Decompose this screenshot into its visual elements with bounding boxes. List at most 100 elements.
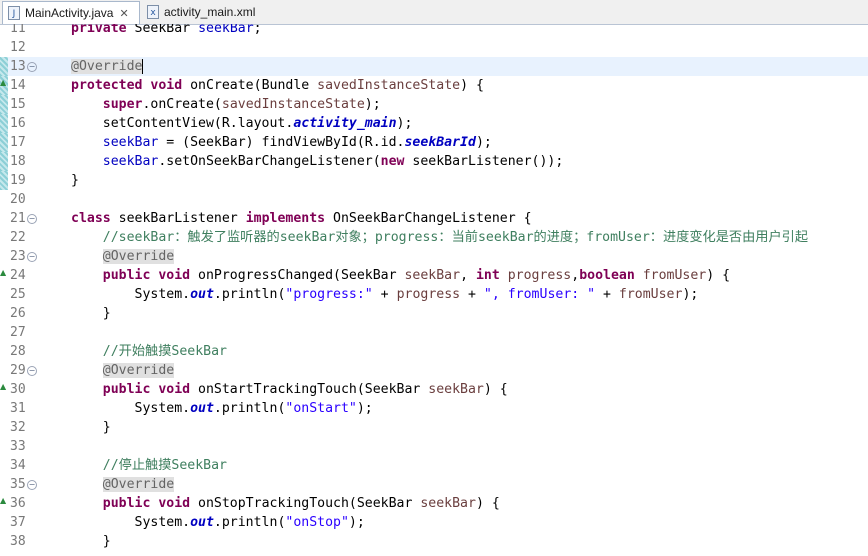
code-text[interactable]: private SeekBar seekBar; [71, 24, 262, 38]
change-marker [0, 247, 8, 266]
code-line[interactable]: 26 } [0, 304, 868, 323]
line-gutter[interactable]: 28 [0, 342, 46, 361]
override-marker-icon[interactable]: ▲ [0, 79, 6, 87]
override-marker-icon[interactable]: ▲ [0, 383, 6, 391]
code-text[interactable]: super.onCreate(savedInstanceState); [71, 95, 381, 114]
line-gutter[interactable]: 31 [0, 399, 46, 418]
line-gutter[interactable]: 18 [0, 152, 46, 171]
code-text[interactable]: System.out.println("onStop"); [71, 513, 365, 532]
code-text[interactable]: System.out.println("onStart"); [71, 399, 373, 418]
code-text[interactable]: @Override [71, 247, 175, 266]
code-text[interactable]: } [71, 532, 111, 551]
code-line[interactable]: 25 System.out.println("progress:" + prog… [0, 285, 868, 304]
code-line[interactable]: ▲ 30 public void onStartTrackingTouch(See… [0, 380, 868, 399]
code-text[interactable]: } [71, 304, 111, 323]
line-gutter[interactable]: 16 [0, 114, 46, 133]
line-gutter[interactable]: 32 [0, 418, 46, 437]
code-line[interactable]: 20 [0, 190, 868, 209]
code-line[interactable]: 15 super.onCreate(savedInstanceState); [0, 95, 868, 114]
code-line[interactable]: 21− class seekBarListener implements OnSe… [0, 209, 868, 228]
code-text[interactable]: public void onStartTrackingTouch(SeekBar… [71, 380, 508, 399]
code-text[interactable]: System.out.println("progress:" + progres… [71, 285, 699, 304]
line-gutter[interactable]: 21− [0, 209, 46, 228]
line-gutter[interactable]: 37 [0, 513, 46, 532]
line-gutter[interactable]: 27 [0, 323, 46, 342]
line-gutter[interactable]: 13− [0, 57, 46, 76]
line-gutter[interactable]: 12 [0, 38, 46, 57]
code-token: seekBar [404, 268, 461, 283]
code-text[interactable]: } [71, 418, 111, 437]
code-line[interactable]: 11 private SeekBar seekBar; [0, 24, 868, 38]
line-gutter[interactable]: 23− [0, 247, 46, 266]
line-gutter[interactable]: ▲ 14 [0, 76, 46, 95]
code-line[interactable]: 27 [0, 323, 868, 342]
override-marker-icon[interactable]: ▲ [0, 269, 6, 277]
line-gutter[interactable]: 20 [0, 190, 46, 209]
fold-toggle-icon[interactable]: − [27, 214, 37, 224]
code-text[interactable]: @Override [71, 57, 144, 76]
code-text[interactable]: //停止触摸SeekBar [71, 456, 227, 475]
code-text[interactable]: @Override [71, 361, 175, 380]
line-gutter[interactable]: ▲ 24 [0, 266, 46, 285]
tab-activity-main-xml[interactable]: x activity_main.xml [142, 1, 272, 23]
code-text[interactable]: //seekBar：触发了监听器的seekBar对象；progress：当前se… [71, 228, 808, 247]
code-line[interactable]: 13− @Override [0, 57, 868, 76]
code-text[interactable]: setContentView(R.layout.activity_main); [71, 114, 413, 133]
code-text[interactable]: protected void onCreate(Bundle savedInst… [71, 76, 484, 95]
code-line[interactable]: 16 setContentView(R.layout.activity_main… [0, 114, 868, 133]
code-token: savedInstanceState [221, 97, 365, 112]
code-line[interactable]: ▲ 36 public void onStopTrackingTouch(Seek… [0, 494, 868, 513]
fold-toggle-icon[interactable]: − [27, 62, 37, 72]
line-gutter[interactable]: 15 [0, 95, 46, 114]
code-line[interactable]: ▲ 24 public void onProgressChanged(SeekBa… [0, 266, 868, 285]
code-editor[interactable]: 11 private SeekBar seekBar; 12 13− @Override… [0, 24, 868, 556]
code-line[interactable]: 37 System.out.println("onStop"); [0, 513, 868, 532]
code-line[interactable]: 22 //seekBar：触发了监听器的seekBar对象；progress：当… [0, 228, 868, 247]
code-line[interactable]: 17 seekBar = (SeekBar) findViewById(R.id… [0, 133, 868, 152]
code-text[interactable]: public void onProgressChanged(SeekBar se… [71, 266, 730, 285]
line-gutter[interactable]: 26 [0, 304, 46, 323]
line-gutter[interactable]: 29− [0, 361, 46, 380]
code-line[interactable]: 33 [0, 437, 868, 456]
code-line[interactable]: 29− @Override [0, 361, 868, 380]
line-gutter[interactable]: ▲ 30 [0, 380, 46, 399]
code-text[interactable]: } [71, 171, 79, 190]
code-line[interactable]: 18 seekBar.setOnSeekBarChangeListener(ne… [0, 152, 868, 171]
code-text[interactable]: seekBar = (SeekBar) findViewById(R.id.se… [71, 133, 492, 152]
code-line[interactable]: 35− @Override [0, 475, 868, 494]
code-line[interactable]: 28 //开始触摸SeekBar [0, 342, 868, 361]
code-line[interactable]: 34 //停止触摸SeekBar [0, 456, 868, 475]
code-token: + [595, 287, 619, 302]
line-gutter[interactable]: 33 [0, 437, 46, 456]
fold-toggle-icon[interactable]: − [27, 480, 37, 490]
line-gutter[interactable]: 19 [0, 171, 46, 190]
override-marker-icon[interactable]: ▲ [0, 497, 6, 505]
line-gutter[interactable]: 34 [0, 456, 46, 475]
code-line[interactable]: 38 } [0, 532, 868, 551]
code-line[interactable]: 31 System.out.println("onStart"); [0, 399, 868, 418]
code-line[interactable]: ▲ 14 protected void onCreate(Bundle savedI… [0, 76, 868, 95]
code-text[interactable]: seekBar.setOnSeekBarChangeListener(new s… [71, 152, 564, 171]
close-icon[interactable]: ✕ [119, 7, 128, 20]
code-line[interactable]: 12 [0, 38, 868, 57]
line-gutter[interactable]: 35− [0, 475, 46, 494]
code-line[interactable]: 19} [0, 171, 868, 190]
line-gutter[interactable]: 38 [0, 532, 46, 551]
fold-toggle-icon[interactable]: − [27, 366, 37, 376]
code-text[interactable]: public void onStopTrackingTouch(SeekBar … [71, 494, 500, 513]
line-gutter[interactable]: 22 [0, 228, 46, 247]
code-text[interactable]: @Override [71, 475, 175, 494]
fold-toggle-icon[interactable]: − [27, 252, 37, 262]
tab-mainactivity-java[interactable]: J MainActivity.java ✕ [2, 1, 140, 24]
line-gutter[interactable]: ▲ 36 [0, 494, 46, 513]
line-gutter[interactable]: 17 [0, 133, 46, 152]
line-gutter[interactable]: 25 [0, 285, 46, 304]
code-token: seekBarListener [118, 211, 246, 226]
code-text[interactable]: class seekBarListener implements OnSeekB… [71, 209, 532, 228]
code-token: "onStop" [285, 515, 349, 530]
code-line[interactable]: 32 } [0, 418, 868, 437]
code-text[interactable]: //开始触摸SeekBar [71, 342, 227, 361]
line-gutter[interactable]: 11 [0, 24, 46, 38]
code-line[interactable]: 23− @Override [0, 247, 868, 266]
